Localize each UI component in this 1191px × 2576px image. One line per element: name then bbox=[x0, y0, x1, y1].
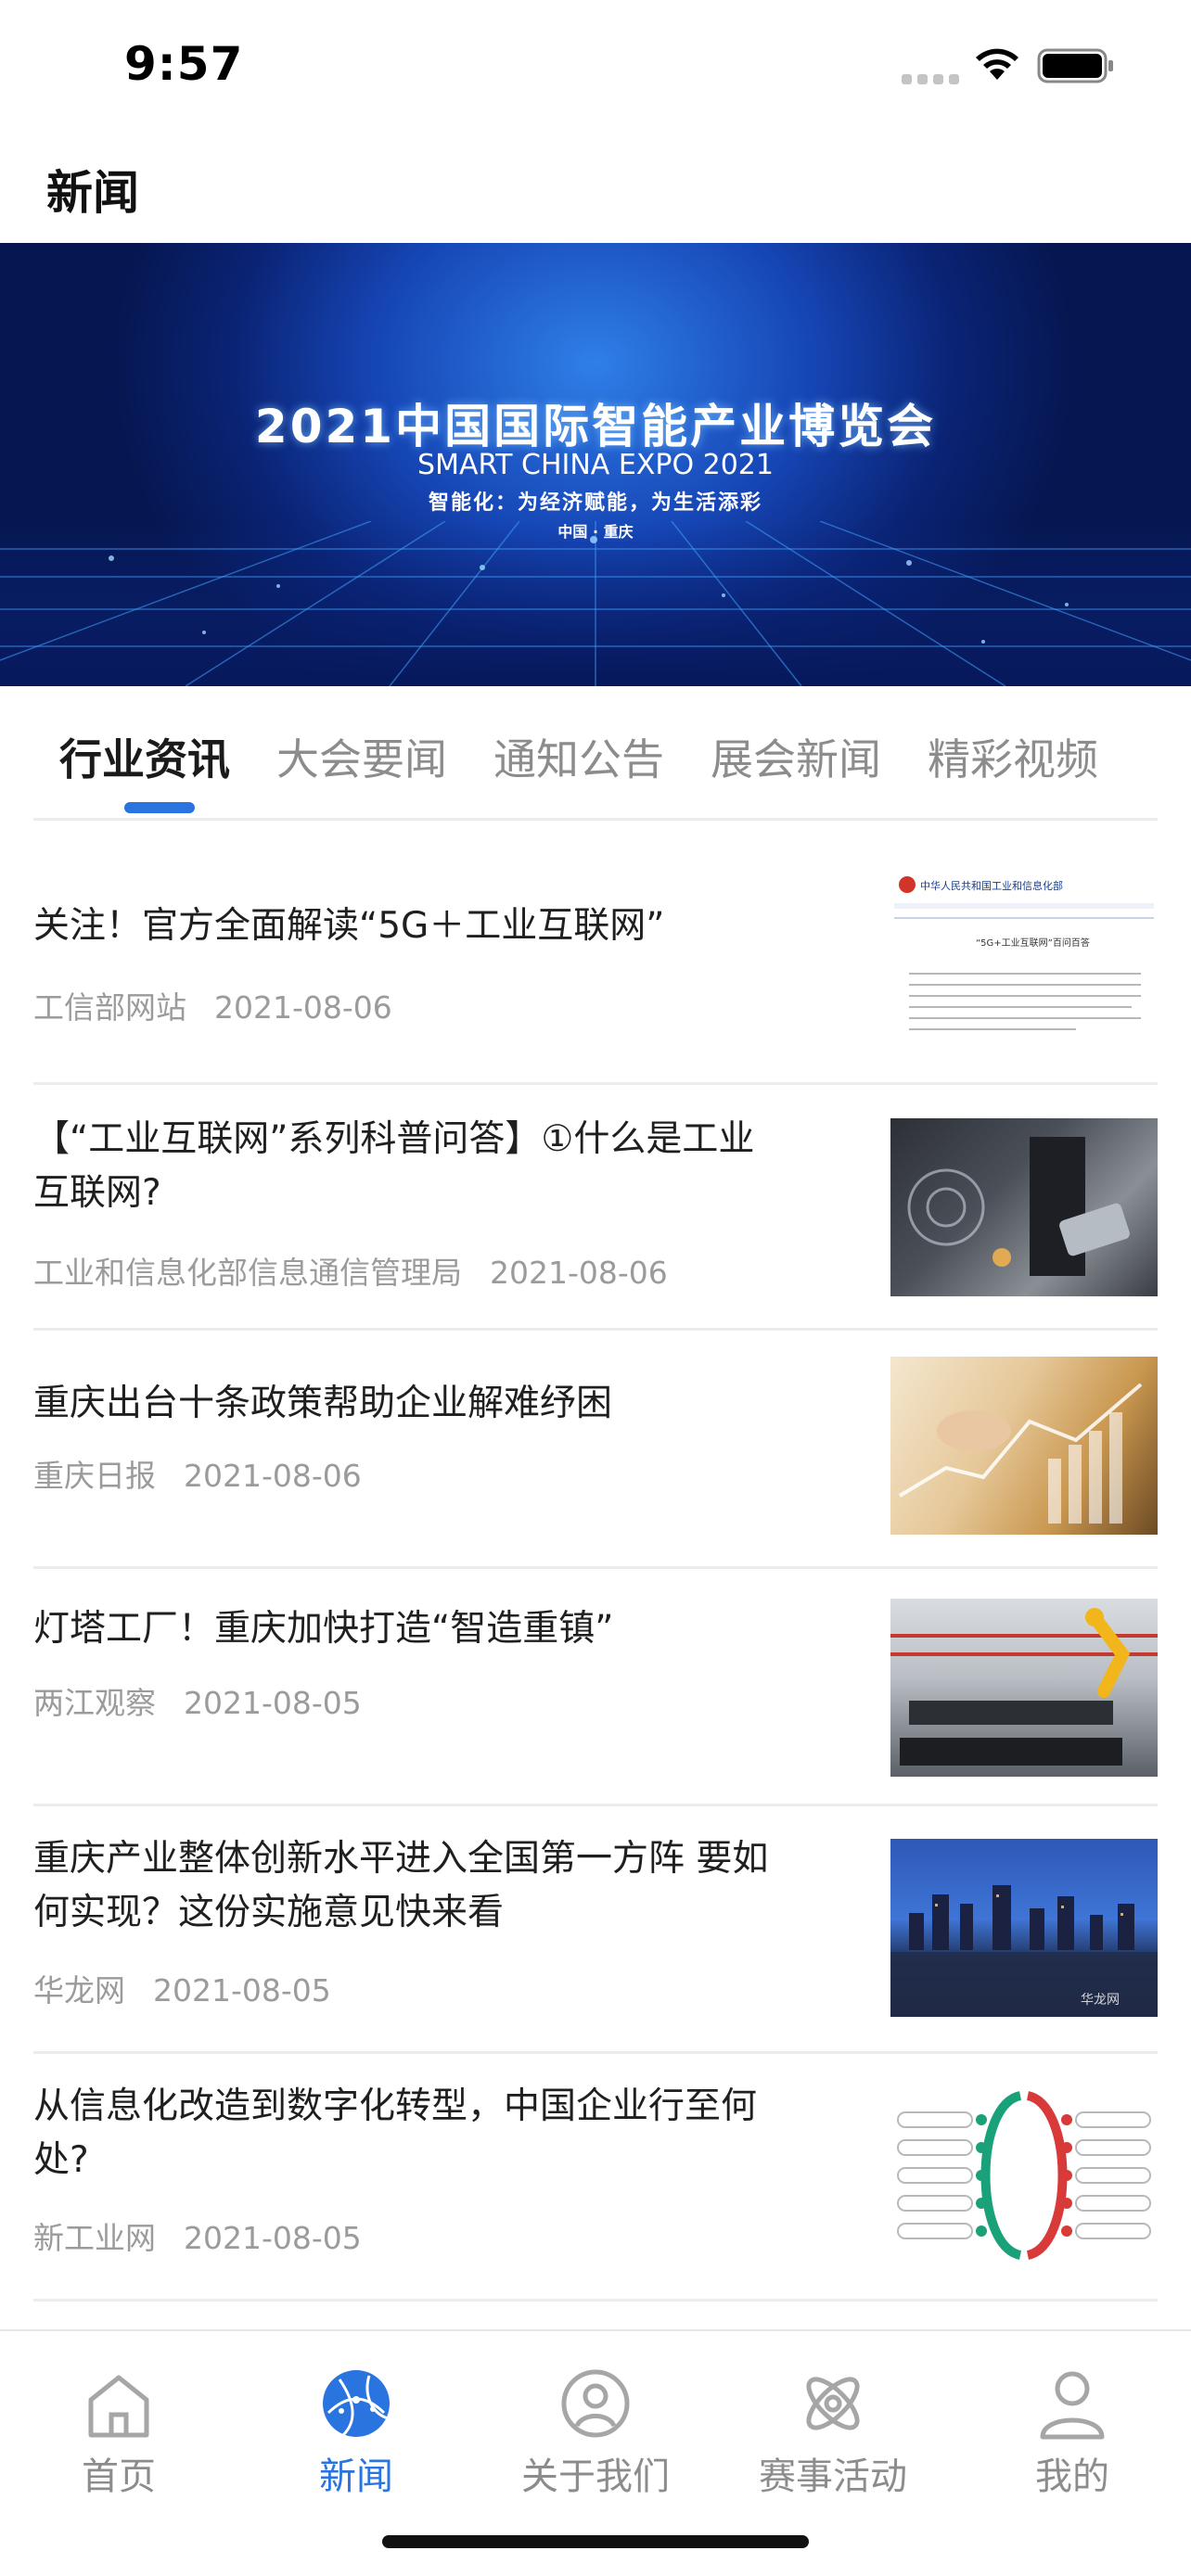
news-date: 2021-08-05 bbox=[153, 1972, 331, 2009]
person-icon bbox=[1040, 2371, 1105, 2440]
news-source: 工信部网站 bbox=[33, 989, 186, 1026]
home-indicator bbox=[382, 2535, 809, 2548]
tab-exhibition-news[interactable]: 展会新闻 bbox=[711, 726, 881, 787]
thumb-watermark: 华龙网 bbox=[1081, 1993, 1120, 2008]
tabbar-label: 赛事活动 bbox=[759, 2455, 907, 2498]
banner-location: 中国 · 重庆 bbox=[557, 523, 634, 541]
tab-industry-news[interactable]: 行业资讯 bbox=[59, 726, 230, 787]
banner-slogan: 智能化：为经济赋能，为生活添彩 bbox=[428, 491, 762, 515]
news-title: 重庆出台十条政策帮助企业解难纾困 bbox=[33, 1383, 613, 1424]
tabbar-item-events[interactable]: 赛事活动 bbox=[714, 2331, 952, 2498]
news-item[interactable]: 关注！官方全面解读“5G＋工业互联网” 工信部网站 2021-08-06 中华人民… bbox=[33, 823, 1158, 1085]
tab-announcements[interactable]: 通知公告 bbox=[493, 726, 664, 787]
news-meta: 华龙网 2021-08-05 bbox=[33, 1966, 331, 2010]
news-source: 工业和信息化部信息通信管理局 bbox=[33, 1255, 462, 1291]
news-source: 两江观察 bbox=[33, 1685, 156, 1721]
cellular-signal-icon bbox=[902, 74, 959, 85]
wifi-icon bbox=[976, 48, 1018, 80]
tabbar-label: 新闻 bbox=[319, 2455, 393, 2498]
news-meta: 重庆日报 2021-08-06 bbox=[33, 1451, 362, 1496]
tabbar-label: 我的 bbox=[1035, 2455, 1109, 2498]
news-thumbnail: 中华人民共和国工业和信息化部 “5G+工业互联网”百问百答 bbox=[890, 870, 1158, 1048]
user-circle-icon bbox=[561, 2369, 630, 2438]
atom-icon bbox=[806, 2377, 860, 2430]
news-date: 2021-08-06 bbox=[214, 989, 392, 1026]
news-list: 关注！官方全面解读“5G＋工业互联网” 工信部网站 2021-08-06 中华人民… bbox=[33, 823, 1158, 2302]
news-item[interactable]: 【“工业互联网”系列科普问答】①什么是工业互联网? 工业和信息化部信息通信管理局… bbox=[33, 1085, 1158, 1331]
news-meta: 两江观察 2021-08-05 bbox=[33, 1678, 362, 1723]
news-thumbnail bbox=[890, 1357, 1158, 1535]
banner-title: 2021中国国际智能产业博览会 bbox=[254, 400, 937, 453]
active-tab-indicator bbox=[124, 802, 195, 813]
tabbar-item-about[interactable]: 关于我们 bbox=[477, 2331, 714, 2498]
news-date: 2021-08-06 bbox=[490, 1255, 668, 1291]
expo-banner[interactable]: 2021中国国际智能产业博览会 SMART CHINA EXPO 2021 智能… bbox=[0, 243, 1191, 686]
home-icon bbox=[88, 2375, 149, 2438]
banner-grid-graphic bbox=[0, 521, 1191, 686]
tabbar-label: 首页 bbox=[82, 2455, 156, 2498]
globe-news-icon bbox=[323, 2370, 390, 2437]
thumb-doc-title: “5G+工业互联网”百问百答 bbox=[976, 937, 1090, 949]
news-date: 2021-08-06 bbox=[184, 1458, 362, 1494]
thumb-ministry-header: 中华人民共和国工业和信息化部 bbox=[920, 879, 1063, 892]
news-source: 重庆日报 bbox=[33, 1458, 156, 1494]
news-title: 从信息化改造到数字化转型，中国企业行至何处? bbox=[33, 2085, 758, 2181]
news-title: 关注！官方全面解读“5G＋工业互联网” bbox=[33, 905, 665, 947]
banner-subtitle: SMART CHINA EXPO 2021 bbox=[417, 449, 774, 481]
tab-videos[interactable]: 精彩视频 bbox=[928, 726, 1098, 787]
news-thumbnail bbox=[890, 1118, 1158, 1296]
news-date: 2021-08-05 bbox=[184, 2220, 362, 2256]
news-date: 2021-08-05 bbox=[184, 1685, 362, 1721]
news-thumbnail bbox=[890, 1599, 1158, 1777]
tabbar-label: 关于我们 bbox=[521, 2455, 670, 2498]
tab-conference-news[interactable]: 大会要闻 bbox=[276, 726, 447, 787]
news-item[interactable]: 灯塔工厂！重庆加快打造“智造重镇” 两江观察 2021-08-05 bbox=[33, 1569, 1158, 1806]
news-thumbnail bbox=[890, 2086, 1158, 2264]
news-source: 华龙网 bbox=[33, 1972, 125, 2009]
tabbar-item-home[interactable]: 首页 bbox=[0, 2331, 237, 2498]
news-meta: 新工业网 2021-08-05 bbox=[33, 2213, 362, 2258]
battery-icon bbox=[1037, 48, 1113, 83]
news-title: 【“工业互联网”系列科普问答】①什么是工业互联网? bbox=[33, 1118, 755, 1214]
page-title: 新闻 bbox=[46, 166, 139, 220]
news-meta: 工信部网站 2021-08-06 bbox=[33, 983, 392, 1027]
tabbar-item-news[interactable]: 新闻 bbox=[237, 2331, 475, 2498]
news-title: 灯塔工厂！重庆加快打造“智造重镇” bbox=[33, 1608, 614, 1650]
news-item[interactable]: 重庆产业整体创新水平进入全国第一方阵 要如何实现？这份实施意见快来看 华龙网 20… bbox=[33, 1806, 1158, 2054]
news-source: 新工业网 bbox=[33, 2220, 156, 2256]
news-meta: 工业和信息化部信息通信管理局 2021-08-06 bbox=[33, 1248, 668, 1293]
news-item[interactable]: 从信息化改造到数字化转型，中国企业行至何处? 新工业网 2021-08-05 bbox=[33, 2054, 1158, 2302]
news-item[interactable]: 重庆出台十条政策帮助企业解难纾困 重庆日报 2021-08-06 bbox=[33, 1331, 1158, 1569]
news-thumbnail: 华龙网 bbox=[890, 1839, 1158, 2017]
status-bar: 9:57 bbox=[0, 0, 1191, 130]
category-tabs: 行业资讯 大会要闻 通知公告 展会新闻 精彩视频 bbox=[33, 719, 1158, 821]
news-title: 重庆产业整体创新水平进入全国第一方阵 要如何实现？这份实施意见快来看 bbox=[33, 1838, 769, 1933]
status-time: 9:57 bbox=[124, 37, 244, 91]
tabbar-item-mine[interactable]: 我的 bbox=[954, 2331, 1191, 2498]
